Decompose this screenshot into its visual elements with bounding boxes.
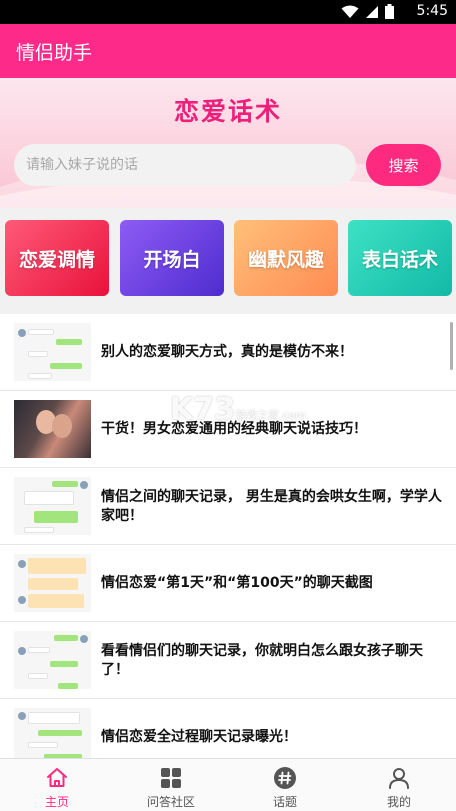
tab-profile[interactable]: 我的 [342, 759, 456, 811]
list-item[interactable]: 情侣恋爱全过程聊天记录曝光！ [0, 699, 456, 760]
tab-topics[interactable]: 话题 [228, 759, 342, 811]
article-thumbnail [14, 631, 91, 689]
article-title: 情侣恋爱全过程聊天记录曝光！ [101, 729, 297, 745]
person-icon [386, 765, 412, 791]
article-thumbnail [14, 554, 91, 612]
article-title: 情侣恋爱“第1天”和“第100天”的聊天截图 [101, 575, 373, 591]
app-title: 情侣助手 [16, 42, 93, 64]
article-thumbnail [14, 477, 91, 535]
category-row: 恋爱调情 开场白 幽默风趣 表白话术 [0, 208, 456, 314]
tab-topics-label: 话题 [272, 795, 297, 809]
grid-icon [158, 765, 184, 791]
status-bar: 5:45 [0, 0, 456, 24]
app-bar: 情侣助手 [0, 24, 456, 78]
category-card-flirting[interactable]: 恋爱调情 [5, 220, 109, 296]
tab-qa-community-label: 问答社区 [146, 795, 195, 809]
list-item[interactable]: 情侣恋爱“第1天”和“第100天”的聊天截图 [0, 545, 456, 622]
tab-home-label: 主页 [44, 795, 69, 809]
article-thumbnail [14, 400, 91, 458]
tab-home[interactable]: 主页 [0, 759, 114, 811]
article-title: 别人的恋爱聊天方式，真的是模仿不来！ [101, 344, 353, 360]
list-item[interactable]: 别人的恋爱聊天方式，真的是模仿不来！ [0, 314, 456, 391]
category-card-confession[interactable]: 表白话术 [348, 220, 452, 296]
tab-profile-label: 我的 [386, 795, 411, 809]
category-card-opening-lines[interactable]: 开场白 [120, 220, 224, 296]
article-thumbnail [14, 323, 91, 381]
bottom-tab-bar: 主页 问答社区 话题 我的 [0, 758, 456, 811]
category-card-humor[interactable]: 幽默风趣 [234, 220, 338, 296]
watermark-logo: K73游戏之家.com [170, 392, 306, 427]
wifi-icon [341, 4, 359, 23]
status-time: 5:45 [416, 3, 448, 19]
list-item[interactable]: 情侣之间的聊天记录， 男生是真的会哄女生啊，学学人家吧！ [0, 468, 456, 545]
search-button[interactable]: 搜索 [366, 144, 441, 186]
hashtag-icon [272, 765, 298, 791]
list-item[interactable]: 看看情侣们的聊天记录，你就明白怎么跟女孩子聊天了！ [0, 622, 456, 699]
article-title: 情侣之间的聊天记录， 男生是真的会哄女生啊，学学人家吧！ [101, 488, 442, 524]
battery-icon [385, 4, 394, 23]
hero-banner: 恋爱话术 搜索 [0, 78, 456, 208]
list-scrollbar[interactable] [450, 322, 453, 370]
tab-qa-community[interactable]: 问答社区 [114, 759, 228, 811]
hero-heading: 恋爱话术 [173, 97, 282, 126]
signal-icon [365, 4, 379, 23]
article-thumbnail [14, 708, 91, 760]
article-title: 看看情侣们的聊天记录，你就明白怎么跟女孩子聊天了！ [101, 642, 423, 678]
search-input[interactable] [14, 144, 356, 186]
home-icon [44, 765, 70, 791]
article-list: 别人的恋爱聊天方式，真的是模仿不来！ 干货！男女恋爱通用的经典聊天说话技巧！ 情… [0, 314, 456, 760]
